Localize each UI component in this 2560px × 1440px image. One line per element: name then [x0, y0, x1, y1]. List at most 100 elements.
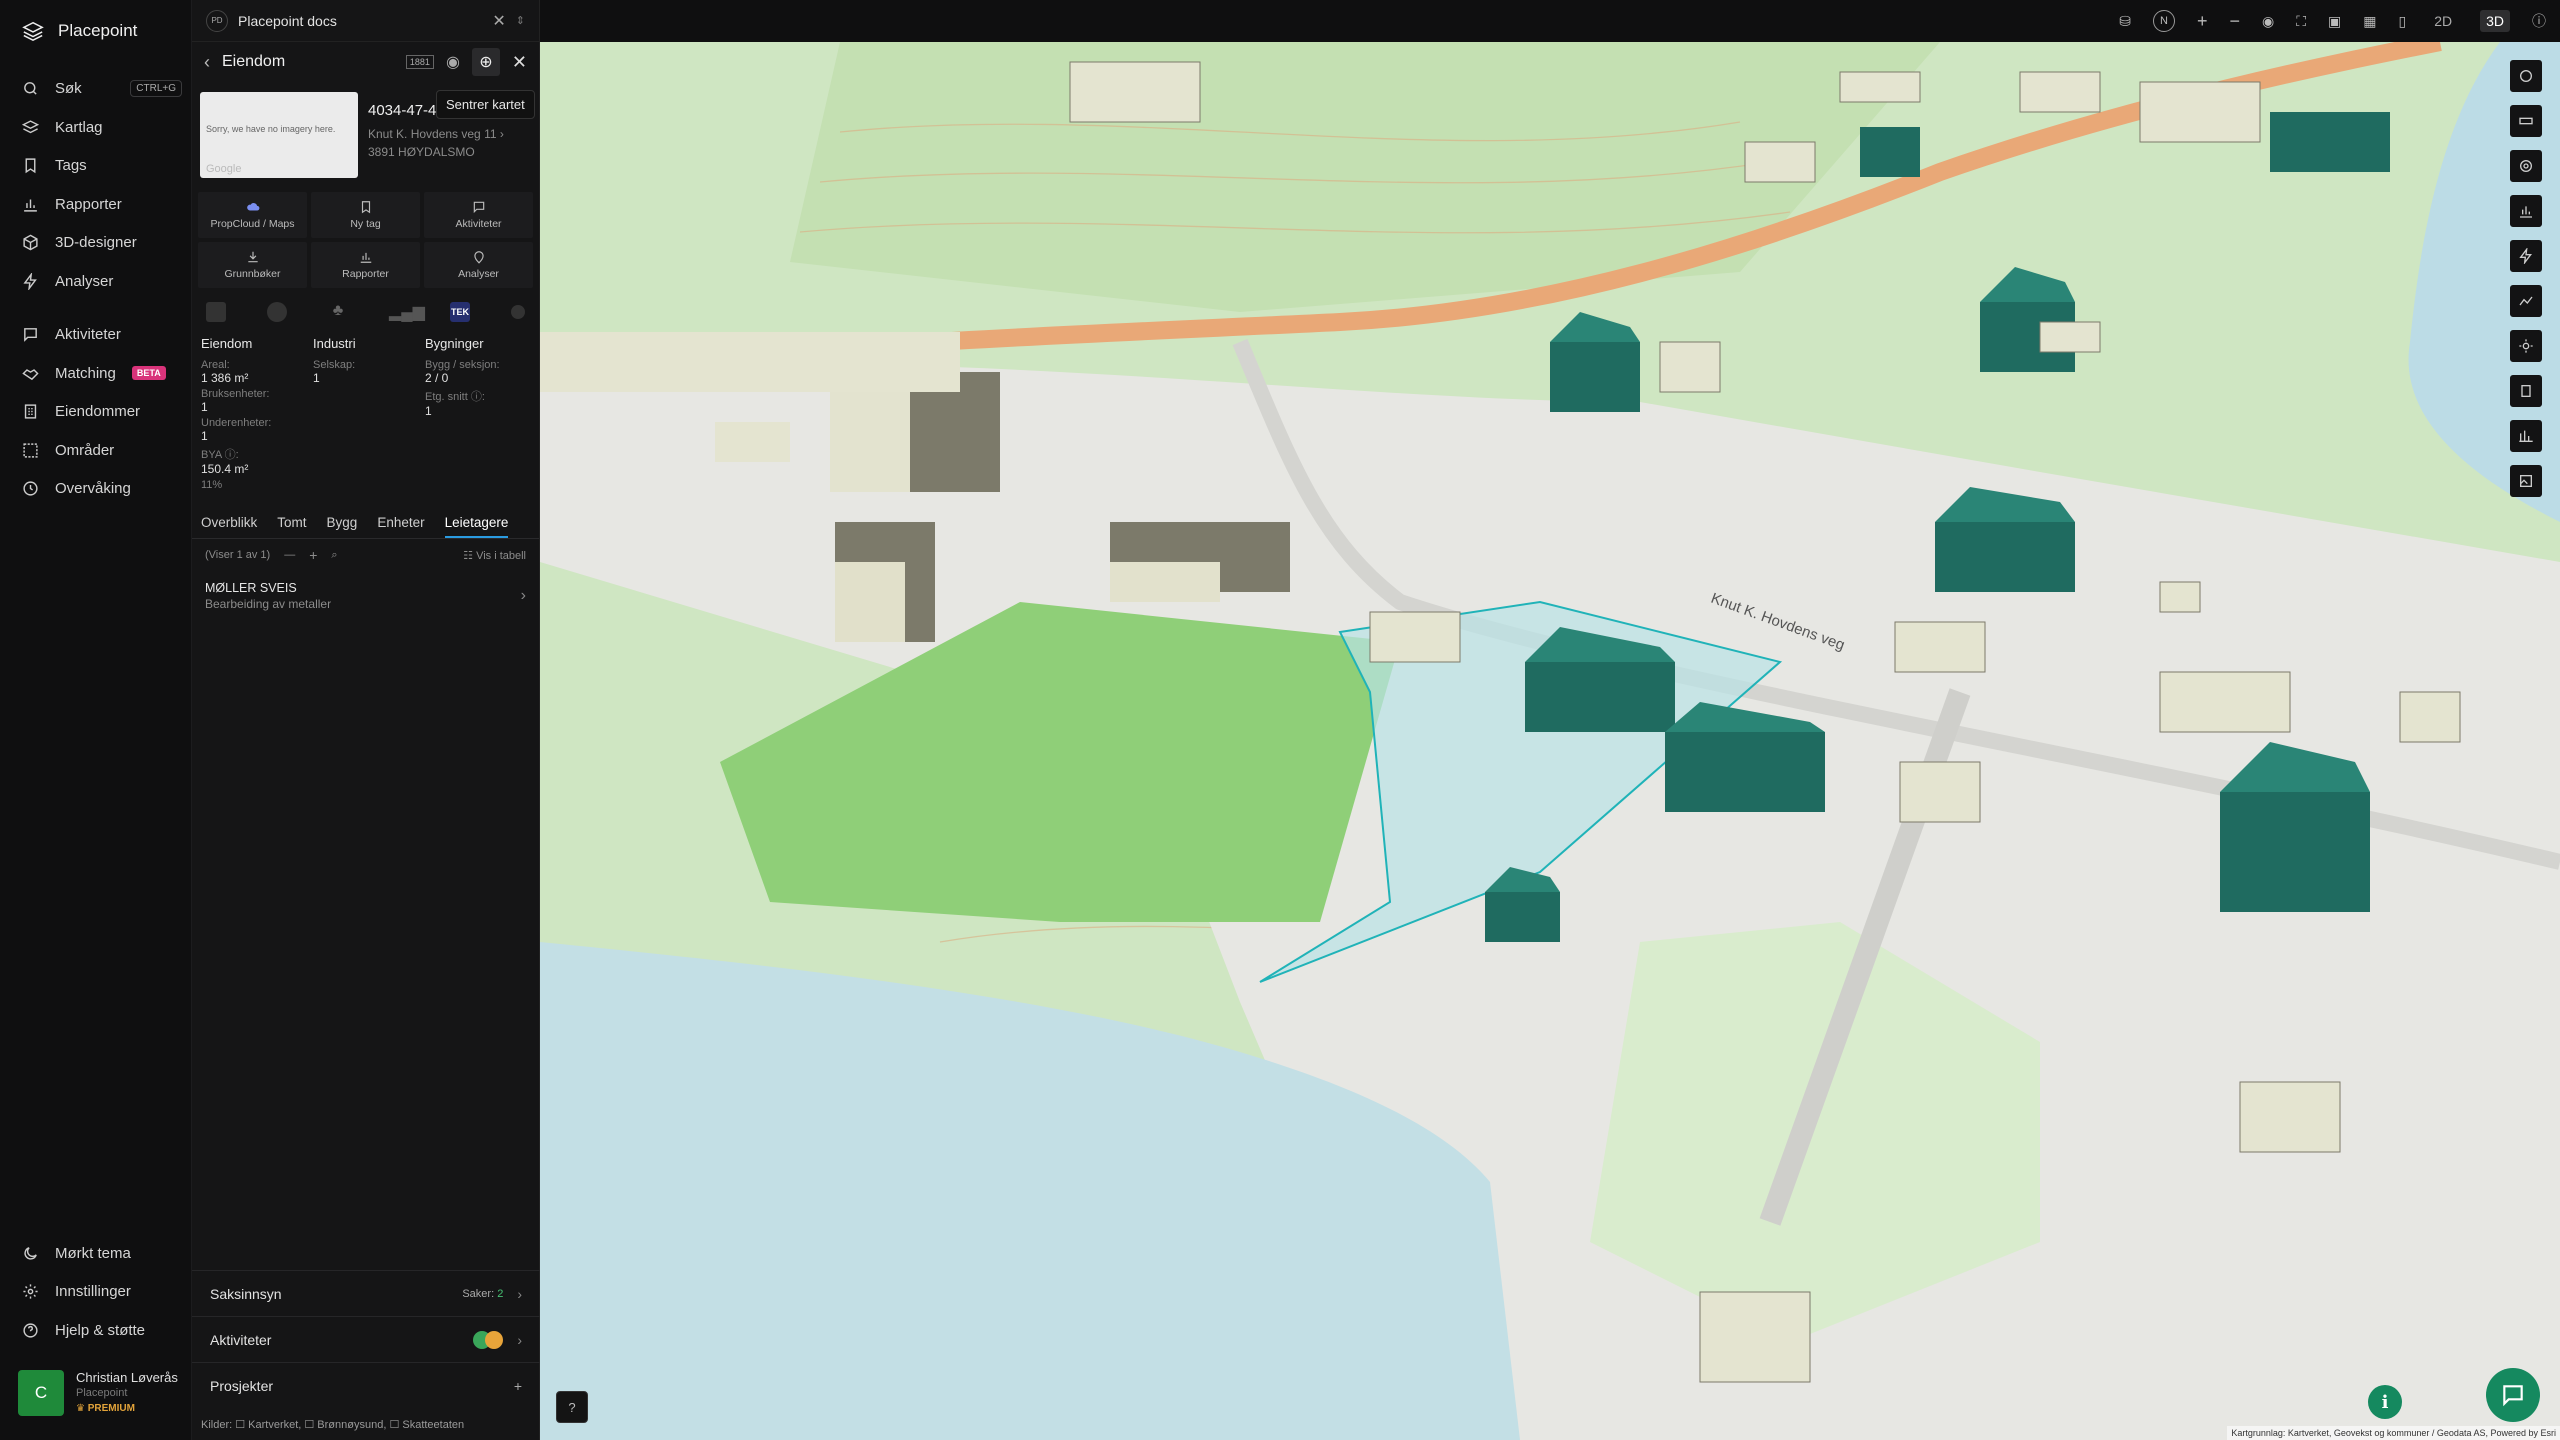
nav-item-areas[interactable]: Områder: [22, 437, 182, 463]
sun-tool[interactable]: [2510, 330, 2542, 362]
building[interactable]: [1659, 341, 1721, 393]
source-icon[interactable]: [267, 302, 287, 322]
map-info-button[interactable]: i: [2368, 1385, 2402, 1419]
nav-item-help[interactable]: Hjelp & støtte: [22, 1317, 182, 1343]
ruler-tool[interactable]: [2510, 105, 2542, 137]
shadow-tool[interactable]: [2510, 240, 2542, 272]
building[interactable]: [2159, 671, 2291, 733]
tab-overview[interactable]: Overblikk: [201, 509, 257, 538]
building[interactable]: [1894, 621, 1986, 673]
view-2d-toggle[interactable]: 2D: [2428, 10, 2458, 32]
zoom-out-icon[interactable]: −: [2229, 11, 2240, 32]
building[interactable]: [1069, 61, 1201, 123]
table-view-button[interactable]: ☷ Vis i tabell: [463, 549, 526, 562]
building[interactable]: [1899, 761, 1981, 823]
source-icon[interactable]: ♣: [328, 302, 348, 322]
eye-icon[interactable]: ◉: [446, 52, 460, 72]
analyses-button[interactable]: Analyser: [424, 242, 533, 288]
building-selected[interactable]: [2270, 112, 2390, 172]
back-icon[interactable]: ‹: [204, 52, 210, 73]
workspace-title[interactable]: Placepoint docs: [238, 13, 337, 29]
map-help-button[interactable]: ?: [556, 1391, 588, 1423]
tab-units[interactable]: Enheter: [377, 509, 424, 538]
nav-item-3d-designer[interactable]: 3D-designer: [22, 229, 182, 255]
map-canvas[interactable]: Knut K. Hovdens veg Kartgrunnlag: Kartve…: [540, 42, 2560, 1440]
measure-tool[interactable]: [2510, 60, 2542, 92]
building[interactable]: [2019, 71, 2101, 113]
tab-buildings[interactable]: Bygg: [327, 509, 358, 538]
plus-icon[interactable]: +: [309, 547, 317, 563]
reports-button[interactable]: Rapporter: [311, 242, 420, 288]
building[interactable]: [715, 422, 790, 462]
new-tag-button[interactable]: Ny tag: [311, 192, 420, 238]
nav-item-tags[interactable]: Tags: [22, 152, 182, 178]
nav-item-monitoring[interactable]: Overvåking: [22, 475, 182, 501]
area-tool[interactable]: [2510, 150, 2542, 182]
building[interactable]: [1699, 1291, 1811, 1383]
list-item[interactable]: MØLLER SVEIS Bearbeiding av metaller ›: [192, 571, 539, 621]
building[interactable]: [1839, 71, 1921, 103]
close-icon[interactable]: ✕: [512, 52, 527, 73]
building[interactable]: [2239, 1081, 2341, 1153]
building[interactable]: [540, 332, 960, 392]
section-projects[interactable]: Prosjekter +: [192, 1362, 540, 1408]
nav-item-reports[interactable]: Rapporter: [22, 191, 182, 217]
zoom-in-icon[interactable]: +: [2197, 11, 2208, 32]
building[interactable]: [2399, 691, 2461, 743]
building[interactable]: [1744, 141, 1816, 183]
brand[interactable]: Placepoint: [22, 20, 137, 42]
building-selected[interactable]: [1935, 487, 2075, 592]
layers-icon[interactable]: ⛁: [2119, 13, 2131, 30]
building[interactable]: [2139, 81, 2261, 143]
center-map-button[interactable]: ⊕: [471, 48, 500, 76]
chevron-updown-icon[interactable]: ⇕: [516, 14, 525, 27]
add-project-icon[interactable]: +: [514, 1378, 522, 1394]
fullscreen-icon[interactable]: ⛶: [2296, 13, 2306, 30]
land-registry-button[interactable]: Grunnbøker: [198, 242, 307, 288]
grid-icon[interactable]: ▦: [2363, 13, 2376, 30]
chart-tool[interactable]: [2510, 195, 2542, 227]
search-icon[interactable]: ⌕: [331, 549, 337, 562]
tab-tenants[interactable]: Leietagere: [444, 509, 509, 538]
property-address[interactable]: Knut K. Hovdens veg 11 › 3891 HØYDALSMO: [368, 125, 504, 161]
street-view-thumbnail[interactable]: Sorry, we have no imagery here. Google: [200, 92, 358, 178]
nav-item-matching[interactable]: Matching BETA: [22, 360, 182, 386]
building[interactable]: [835, 522, 935, 642]
nav-item-search[interactable]: Søk CTRL+G: [22, 75, 182, 101]
gallery-icon[interactable]: 1881: [405, 55, 434, 69]
compass-north[interactable]: N: [2152, 10, 2175, 32]
source-icon[interactable]: ▂▄▆: [389, 302, 425, 322]
source-icon[interactable]: [511, 305, 525, 319]
nav-item-map-layers[interactable]: Kartlag: [22, 114, 182, 140]
building[interactable]: [2039, 321, 2101, 353]
bookmark-icon[interactable]: ▯: [2398, 13, 2406, 30]
tek-badge[interactable]: TEK: [450, 302, 470, 322]
chat-button[interactable]: [2486, 1368, 2540, 1422]
building[interactable]: [1369, 611, 1461, 663]
tab-plot[interactable]: Tomt: [277, 509, 306, 538]
nav-item-properties[interactable]: Eiendommer: [22, 398, 182, 424]
elevation-tool[interactable]: [2510, 420, 2542, 452]
nav-item-analyses[interactable]: Analyser: [22, 268, 182, 294]
eye-icon[interactable]: ◉: [2262, 13, 2274, 30]
activities-button[interactable]: Aktiviteter: [424, 192, 533, 238]
nav-item-settings[interactable]: Innstillinger: [22, 1278, 182, 1304]
building-selected[interactable]: [1860, 127, 1920, 177]
info-icon[interactable]: ⓘ: [2532, 11, 2546, 31]
user-profile[interactable]: C Christian Løverås Placepoint ♛ PREMIUM: [18, 1370, 178, 1416]
close-workspace-icon[interactable]: ✕: [492, 11, 505, 31]
nav-item-activities[interactable]: Aktiviteter: [22, 321, 182, 347]
export-tool[interactable]: [2510, 465, 2542, 497]
nav-item-dark-theme[interactable]: Mørkt tema: [22, 1240, 182, 1266]
building[interactable]: [2159, 581, 2201, 613]
minus-icon[interactable]: —: [284, 549, 295, 561]
building[interactable]: [1110, 522, 1290, 602]
profile-tool[interactable]: [2510, 285, 2542, 317]
section-case-insight[interactable]: Saksinnsyn Saker: 2 ›: [192, 1270, 540, 1316]
building-tool[interactable]: [2510, 375, 2542, 407]
propcloud-button[interactable]: PropCloud / Maps: [198, 192, 307, 238]
source-icon[interactable]: [206, 302, 226, 322]
section-activities[interactable]: Aktiviteter ›: [192, 1316, 540, 1362]
camera-icon[interactable]: ▣: [2328, 13, 2341, 30]
view-3d-toggle[interactable]: 3D: [2480, 10, 2510, 32]
